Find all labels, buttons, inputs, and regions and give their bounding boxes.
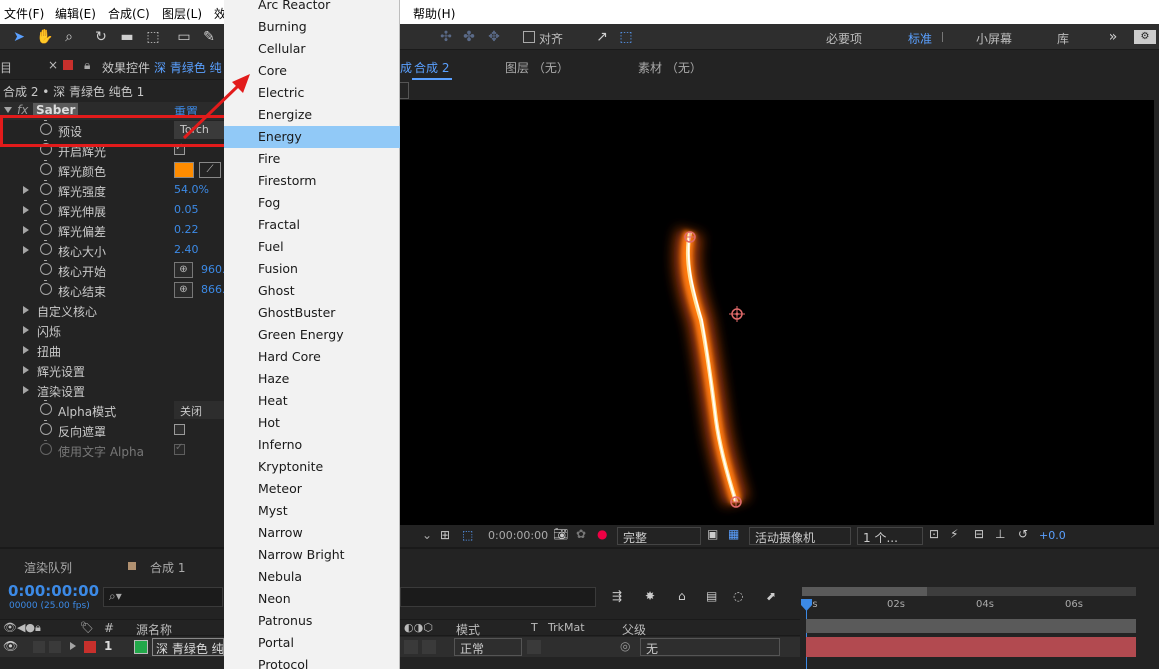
annotation-arrow (182, 74, 250, 140)
annotation-arrow-shaft (182, 84, 240, 140)
